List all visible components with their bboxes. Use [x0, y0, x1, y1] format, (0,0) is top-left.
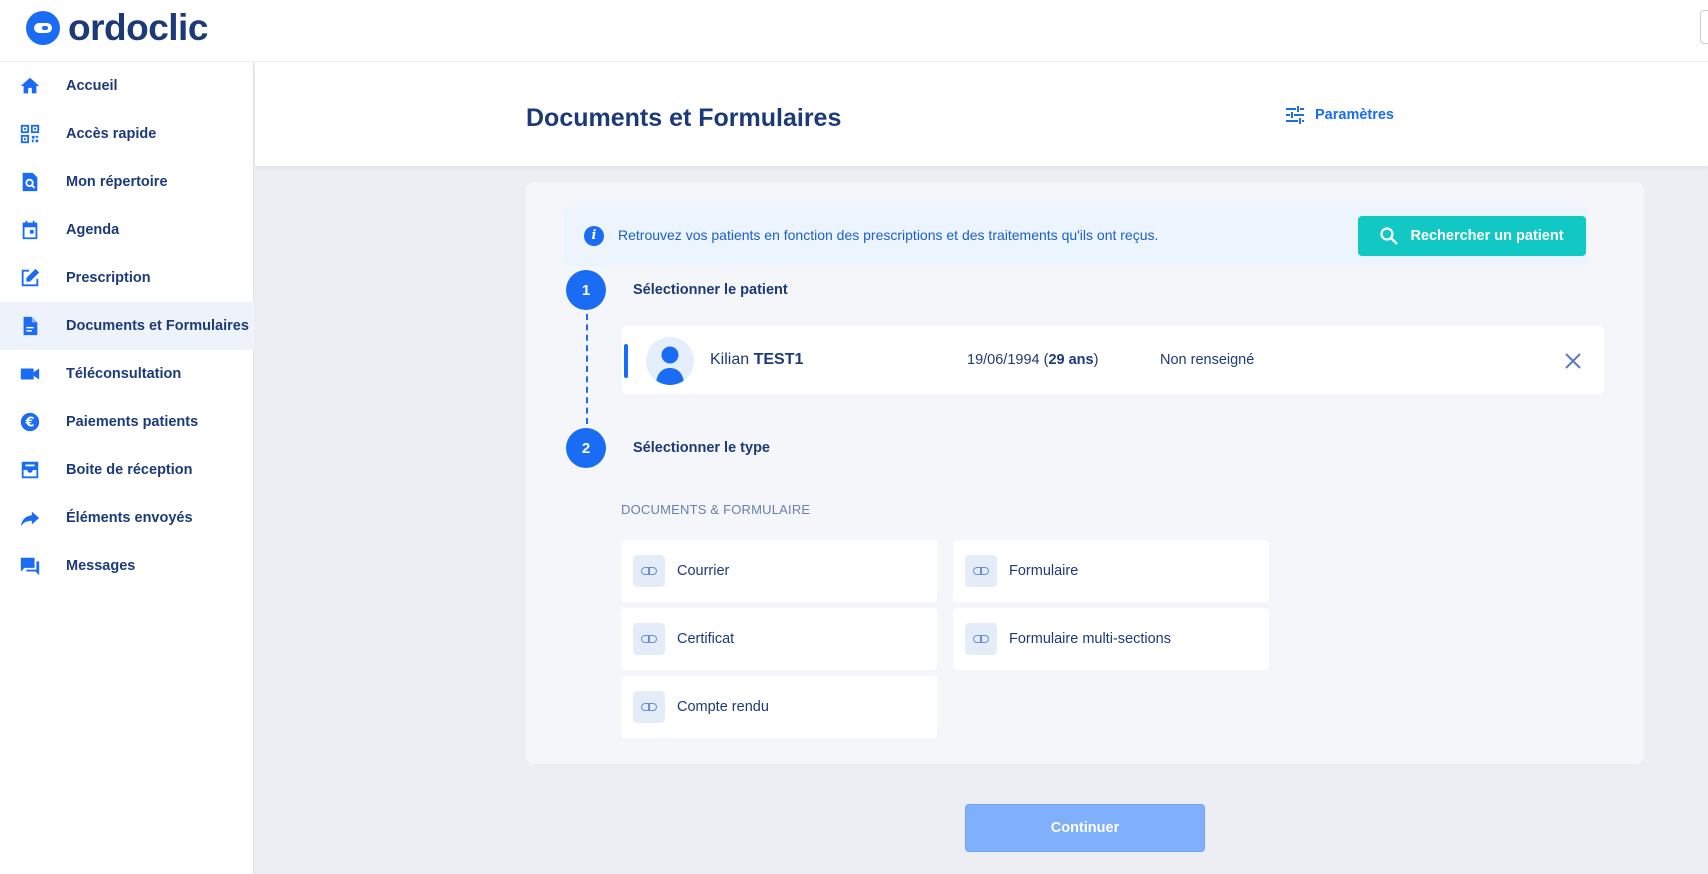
doc-type-label: Courrier	[677, 563, 730, 579]
logo-mark-icon	[26, 10, 60, 45]
parametres-label: Paramètres	[1315, 107, 1394, 123]
logo-text: ordoclic	[68, 7, 208, 48]
pill-icon	[633, 691, 665, 723]
sidebar-item-label: Mon répertoire	[66, 174, 168, 190]
inbox-icon	[21, 461, 39, 479]
doc-type-label: Formulaire multi-sections	[1009, 631, 1171, 647]
document-icon	[23, 316, 38, 336]
step-connector	[586, 314, 588, 424]
info-banner: i Retrouvez vos patients en fonction des…	[564, 206, 1588, 266]
continuer-button[interactable]: Continuer	[965, 804, 1205, 852]
info-text: Retrouvez vos patients en fonction des p…	[618, 227, 1159, 243]
documents-section-title: DOCUMENTS & FORMULAIRE	[621, 502, 811, 517]
user-avatar-icon	[656, 346, 684, 385]
doc-type-formulaire[interactable]: Formulaire	[953, 540, 1269, 602]
main-card: i Retrouvez vos patients en fonction des…	[526, 182, 1644, 764]
page-header: Documents et Formulaires Paramètres	[255, 62, 1708, 166]
pill-icon	[633, 623, 665, 655]
doc-type-courrier[interactable]: Courrier	[621, 540, 937, 602]
doc-type-label: Formulaire	[1009, 563, 1079, 579]
top-bar: ordoclic	[0, 0, 1708, 62]
euro-icon: €	[20, 412, 40, 432]
rechercher-patient-label: Rechercher un patient	[1410, 228, 1564, 244]
pill-icon	[965, 555, 997, 587]
patient-last-name: TEST1	[753, 351, 804, 368]
home-icon	[20, 77, 40, 94]
patient-dob: 19/06/1994 (29 ans)	[967, 352, 1099, 368]
sidebar-item-boite-reception[interactable]: Boite de réception	[0, 446, 254, 494]
calendar-icon	[22, 220, 38, 240]
edit-icon	[21, 268, 40, 287]
doc-type-label: Compte rendu	[677, 699, 769, 715]
step-2-label: Sélectionner le type	[633, 440, 770, 456]
sidebar-item-label: Accès rapide	[66, 126, 157, 142]
sidebar-item-teleconsultation[interactable]: Téléconsultation	[0, 350, 254, 398]
sidebar: Accueil Accès rapide Mon répertoire Agen…	[0, 62, 254, 874]
patient-name: Kilian TEST1	[710, 351, 803, 369]
sidebar-item-label: Prescription	[66, 270, 151, 286]
share-arrow-icon	[20, 511, 40, 527]
doc-type-compte-rendu[interactable]: Compte rendu	[621, 676, 937, 738]
sidebar-item-label: Messages	[66, 558, 136, 574]
sidebar-item-paiements[interactable]: € Paiements patients	[0, 398, 254, 446]
step-1-badge: 1	[566, 270, 606, 310]
sidebar-item-label: Accueil	[66, 78, 118, 94]
doc-type-formulaire-multi-sections[interactable]: Formulaire multi-sections	[953, 608, 1269, 670]
search-icon	[1380, 227, 1399, 245]
qr-code-icon	[20, 124, 40, 144]
doc-type-certificat[interactable]: Certificat	[621, 608, 937, 670]
patient-extra-info: Non renseigné	[1160, 352, 1255, 368]
sidebar-item-agenda[interactable]: Agenda	[0, 206, 254, 254]
parametres-button[interactable]: Paramètres	[1285, 106, 1394, 124]
sidebar-item-elements-envoyes[interactable]: Éléments envoyés	[0, 494, 254, 542]
step-1-label: Sélectionner le patient	[633, 282, 788, 298]
chat-icon	[20, 557, 40, 576]
doc-type-label: Certificat	[677, 631, 735, 647]
page-title: Documents et Formulaires	[526, 104, 842, 132]
sidebar-item-prescription[interactable]: Prescription	[0, 254, 254, 302]
sidebar-item-acces-rapide[interactable]: Accès rapide	[0, 110, 254, 158]
pill-icon	[965, 623, 997, 655]
sidebar-item-label: Documents et Formulaires	[66, 318, 249, 334]
sidebar-item-messages[interactable]: Messages	[0, 542, 254, 590]
svg-text:€: €	[25, 416, 35, 431]
step-2-badge: 2	[566, 428, 606, 468]
close-icon[interactable]	[1562, 350, 1584, 372]
patient-avatar	[646, 337, 694, 385]
sidebar-item-accueil[interactable]: Accueil	[0, 62, 254, 110]
patient-dob-date: 19/06/1994	[967, 352, 1040, 368]
sidebar-item-label: Éléments envoyés	[66, 510, 193, 526]
sidebar-item-label: Boite de réception	[66, 462, 193, 478]
sidebar-item-documents[interactable]: Documents et Formulaires	[0, 302, 254, 350]
patient-accent-bar	[624, 344, 628, 378]
patient-first-name: Kilian	[710, 351, 750, 368]
pill-icon	[633, 555, 665, 587]
video-icon	[20, 368, 40, 380]
selected-patient-row[interactable]: Kilian TEST1 19/06/1994 (29 ans) Non ren…	[622, 326, 1604, 394]
info-icon: i	[584, 226, 604, 246]
sidebar-item-label: Paiements patients	[66, 414, 199, 430]
top-right-control[interactable]	[1700, 10, 1708, 44]
sidebar-item-label: Téléconsultation	[66, 366, 182, 382]
settings-sliders-icon	[1286, 106, 1304, 124]
sidebar-item-label: Agenda	[66, 222, 120, 238]
sidebar-item-repertoire[interactable]: Mon répertoire	[0, 158, 254, 206]
directory-search-icon	[22, 172, 38, 192]
ordoclic-logo[interactable]: ordoclic	[26, 9, 208, 46]
patient-age: 29 ans	[1048, 352, 1094, 368]
rechercher-patient-button[interactable]: Rechercher un patient	[1358, 216, 1586, 256]
